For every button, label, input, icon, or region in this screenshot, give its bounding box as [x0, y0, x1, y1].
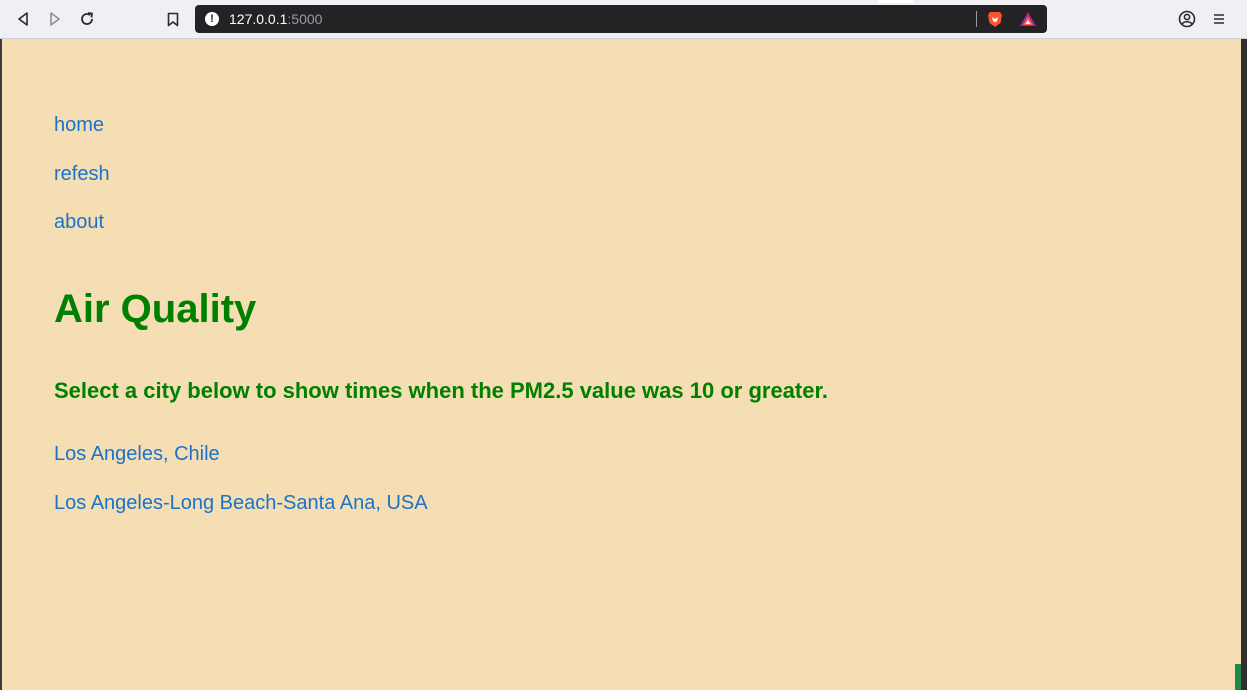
address-bar[interactable]: ! 127.0.0.1:5000 [195, 5, 1047, 33]
nav-link-home[interactable]: home [54, 113, 104, 137]
page-subtitle: Select a city below to show times when t… [54, 378, 828, 403]
account-icon[interactable] [1177, 9, 1197, 29]
scrollbar-accent [1235, 664, 1241, 690]
page-viewport [0, 39, 1247, 690]
nav-link-refresh[interactable]: refesh [54, 162, 110, 186]
city-link-los-angeles-usa[interactable]: Los Angeles-Long Beach-Santa Ana, USA [54, 491, 428, 515]
url-separator [976, 11, 977, 27]
brave-shields-icon[interactable] [986, 10, 1004, 28]
back-icon[interactable] [13, 9, 33, 29]
tab-indicator [878, 0, 913, 3]
brave-rewards-icon[interactable] [1019, 11, 1037, 27]
url-text[interactable]: 127.0.0.1:5000 [229, 11, 322, 27]
browser-toolbar: ! 127.0.0.1:5000 [0, 0, 1247, 39]
bookmark-icon[interactable] [163, 9, 183, 29]
menu-icon[interactable] [1209, 9, 1229, 29]
page-title: Air Quality [54, 287, 257, 331]
forward-icon[interactable] [45, 9, 65, 29]
nav-link-about[interactable]: about [54, 210, 104, 234]
url-port: :5000 [287, 11, 323, 27]
site-info-icon[interactable]: ! [205, 12, 219, 26]
reload-icon[interactable] [77, 9, 97, 29]
city-link-los-angeles-chile[interactable]: Los Angeles, Chile [54, 442, 220, 466]
url-host: 127.0.0.1 [229, 11, 288, 27]
